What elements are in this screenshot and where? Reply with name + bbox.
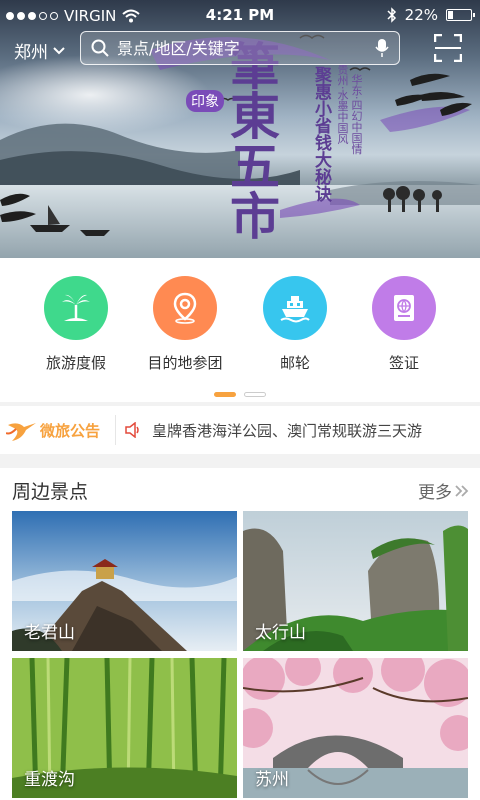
cruise-ship-icon — [280, 296, 310, 323]
battery-percent: 22% — [404, 6, 438, 24]
page-dot[interactable] — [244, 392, 266, 397]
spot-name: 老君山 — [24, 623, 75, 643]
search-box[interactable] — [80, 31, 400, 65]
section-header: 周边景点 更多 — [0, 468, 480, 508]
category-grid: 旅游度假 目的地参团 邮轮 签证 — [0, 258, 480, 402]
spot-name: 重渡沟 — [24, 770, 75, 790]
banner-stamp: 印象 — [186, 90, 224, 112]
notice-brand: 微旅公告 — [0, 415, 116, 445]
city-name: 郑州 — [14, 43, 48, 63]
category-visa[interactable]: 签证 — [356, 276, 452, 373]
spot-card[interactable]: 苏州 — [243, 658, 468, 798]
more-link[interactable]: 更多 — [418, 478, 470, 503]
battery-icon — [446, 9, 475, 21]
announcement-text[interactable]: 皇牌香港海洋公园、澳门常规联游三天游 — [152, 420, 422, 441]
category-label: 旅游度假 — [45, 354, 106, 372]
spot-card[interactable]: 太行山 — [243, 511, 468, 651]
palm-island-icon — [62, 294, 90, 321]
category-label: 目的地参团 — [147, 354, 223, 372]
spot-card[interactable]: 老君山 — [12, 511, 237, 651]
spot-name: 苏州 — [255, 770, 289, 790]
chevron-down-icon — [53, 46, 65, 54]
category-cruise[interactable]: 邮轮 — [247, 276, 343, 373]
microphone-icon[interactable] — [375, 38, 389, 58]
spot-name: 太行山 — [255, 623, 306, 643]
notice-brand-text: 微旅公告 — [40, 421, 101, 440]
category-label: 签证 — [388, 354, 419, 372]
page-indicator — [214, 392, 266, 397]
page-dot-active[interactable] — [214, 392, 236, 397]
speaker-icon — [125, 422, 139, 438]
announcement-bar[interactable]: 微旅公告 皇牌香港海洋公园、澳门常规联游三天游 — [0, 406, 480, 454]
nearby-section: 周边景点 更多 老君山 太行山 重渡沟 苏州 — [0, 468, 480, 800]
search-input[interactable] — [117, 38, 375, 58]
category-label: 邮轮 — [279, 354, 310, 372]
scan-qr-icon[interactable] — [434, 34, 462, 62]
city-selector[interactable]: 郑州 — [14, 38, 66, 63]
banner-subtitle: 聚惠小省钱大秘诀 — [311, 66, 331, 202]
spot-card[interactable]: 重渡沟 — [12, 658, 237, 798]
status-bar: VIRGIN 4:21 PM 22% — [0, 0, 480, 30]
more-label: 更多 — [418, 483, 452, 503]
hero-banner[interactable]: 筆東五市 印象 聚惠小省钱大秘诀 贵州·水墨中国风 华东·四幻中国情 VIRGI… — [0, 0, 480, 258]
category-vacation[interactable]: 旅游度假 — [28, 276, 124, 373]
top-bar: 郑州 — [0, 28, 480, 68]
passport-icon — [394, 295, 414, 321]
section-title: 周边景点 — [12, 481, 89, 503]
banner-poem-b: 华东·四幻中国情 — [350, 74, 363, 155]
search-icon — [91, 39, 109, 57]
bluetooth-icon — [387, 7, 396, 23]
banner-poem-a: 贵州·水墨中国风 — [336, 64, 349, 145]
location-pin-icon — [173, 292, 197, 324]
hummingbird-logo-icon — [6, 423, 36, 441]
double-chevron-right-icon — [455, 484, 469, 497]
banner-title: 筆東五市 — [222, 40, 281, 240]
category-destination-tour[interactable]: 目的地参团 — [137, 276, 233, 373]
